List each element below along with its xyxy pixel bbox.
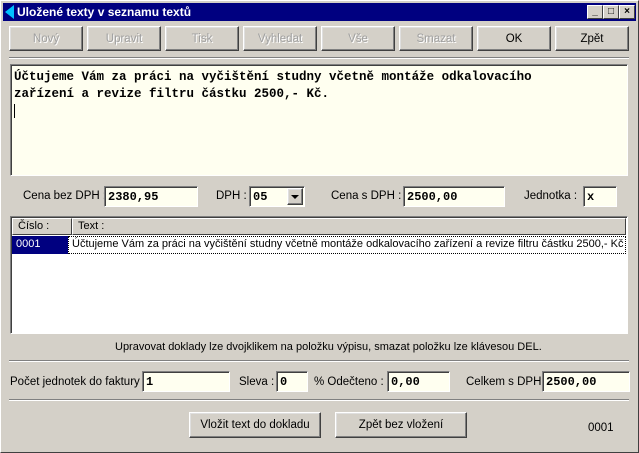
ok-button[interactable]: OK: [477, 26, 551, 51]
separator: [9, 399, 629, 401]
hint-text: Upravovat doklady lze dvojklikem na polo…: [115, 341, 542, 353]
column-header-text[interactable]: Text :: [72, 218, 626, 235]
discount-value: 0: [280, 375, 288, 389]
title-bar[interactable]: Uložené texty v seznamu textů _ □ ×: [3, 3, 636, 21]
discount-label: Sleva :: [239, 376, 275, 388]
deducted-value: 0,00: [391, 375, 420, 389]
ok-button-label: OK: [505, 32, 523, 45]
column-header-number-label: Číslo :: [18, 220, 50, 232]
back-button[interactable]: Zpět: [555, 26, 629, 51]
back-without-insert-button-label: Zpět bez vložení: [358, 419, 444, 431]
insert-text-button-label: Vložit text do dokladu: [200, 419, 310, 431]
texts-list[interactable]: Číslo : Text : 0001 Účtujeme Vám za prác…: [10, 216, 628, 334]
vat-dropdown-button[interactable]: [287, 188, 303, 205]
total-value: 2500,00: [546, 375, 597, 389]
row-text-cell: Účtujeme Vám za práci na vyčištění studn…: [68, 236, 626, 254]
back-without-insert-button[interactable]: Zpět bez vložení: [335, 412, 467, 438]
row-number-cell: 0001: [12, 236, 68, 254]
price-with-vat-label: Cena s DPH :: [331, 190, 402, 202]
print-button-label: Tisk: [191, 32, 213, 45]
deducted-label: % Odečteno :: [314, 376, 384, 388]
total-label: Celkem s DPH:: [466, 376, 545, 388]
print-button[interactable]: Tisk: [165, 26, 239, 51]
delete-button[interactable]: Smazat: [399, 26, 473, 51]
vat-select[interactable]: 05: [249, 186, 305, 207]
maximize-button[interactable]: □: [603, 5, 619, 19]
price-with-vat-value: 2500,00: [407, 190, 458, 204]
delete-button-label: Smazat: [416, 32, 456, 45]
close-button[interactable]: ×: [619, 5, 635, 19]
editor-text: Účtujeme Vám za práci na vyčištění studn…: [14, 70, 532, 101]
app-arrow-icon: [5, 5, 14, 19]
window-title: Uložené texty v seznamu textů: [17, 5, 192, 19]
all-button[interactable]: Vše: [321, 26, 395, 51]
search-button[interactable]: Vyhledat: [243, 26, 317, 51]
insert-text-button[interactable]: Vložit text do dokladu: [189, 412, 321, 438]
separator: [9, 57, 629, 59]
total-field[interactable]: 2500,00: [542, 371, 630, 392]
back-button-label: Zpět: [580, 32, 604, 45]
table-row[interactable]: 0001 Účtujeme Vám za práci na vyčištění …: [12, 236, 626, 254]
price-with-vat-field[interactable]: 2500,00: [403, 186, 505, 207]
vat-label: DPH :: [216, 190, 247, 202]
unit-label: Jednotka :: [524, 190, 578, 202]
vat-value: 05: [253, 190, 268, 204]
record-number: 0001: [588, 422, 614, 434]
column-header-text-label: Text :: [78, 220, 105, 232]
unit-field[interactable]: x: [583, 186, 617, 207]
separator: [9, 360, 629, 362]
price-without-vat-field[interactable]: 2380,95: [104, 186, 198, 207]
text-caret: [14, 104, 15, 118]
search-button-label: Vyhledat: [257, 32, 303, 45]
discount-field[interactable]: 0: [276, 371, 308, 392]
edit-button-label: Upravit: [105, 32, 143, 45]
row-text: Účtujeme Vám za práci na vyčištění studn…: [72, 238, 624, 250]
minimize-button[interactable]: _: [587, 5, 603, 19]
unit-value: x: [587, 190, 595, 204]
units-count-field[interactable]: 1: [142, 371, 230, 392]
price-without-vat-value: 2380,95: [108, 190, 159, 204]
deducted-field[interactable]: 0,00: [387, 371, 450, 392]
row-number: 0001: [16, 238, 41, 250]
new-button[interactable]: Nový: [9, 26, 83, 51]
units-count-label: Počet jednotek do faktury :: [10, 376, 147, 388]
all-button-label: Vše: [348, 32, 368, 45]
units-count-value: 1: [146, 375, 154, 389]
edit-button[interactable]: Upravit: [87, 26, 161, 51]
new-button-label: Nový: [32, 32, 60, 45]
chevron-down-icon: [291, 195, 299, 199]
price-without-vat-label: Cena bez DPH :: [23, 190, 107, 202]
column-header-number[interactable]: Číslo :: [12, 218, 72, 235]
text-editor[interactable]: Účtujeme Vám za práci na vyčištění studn…: [10, 64, 628, 176]
